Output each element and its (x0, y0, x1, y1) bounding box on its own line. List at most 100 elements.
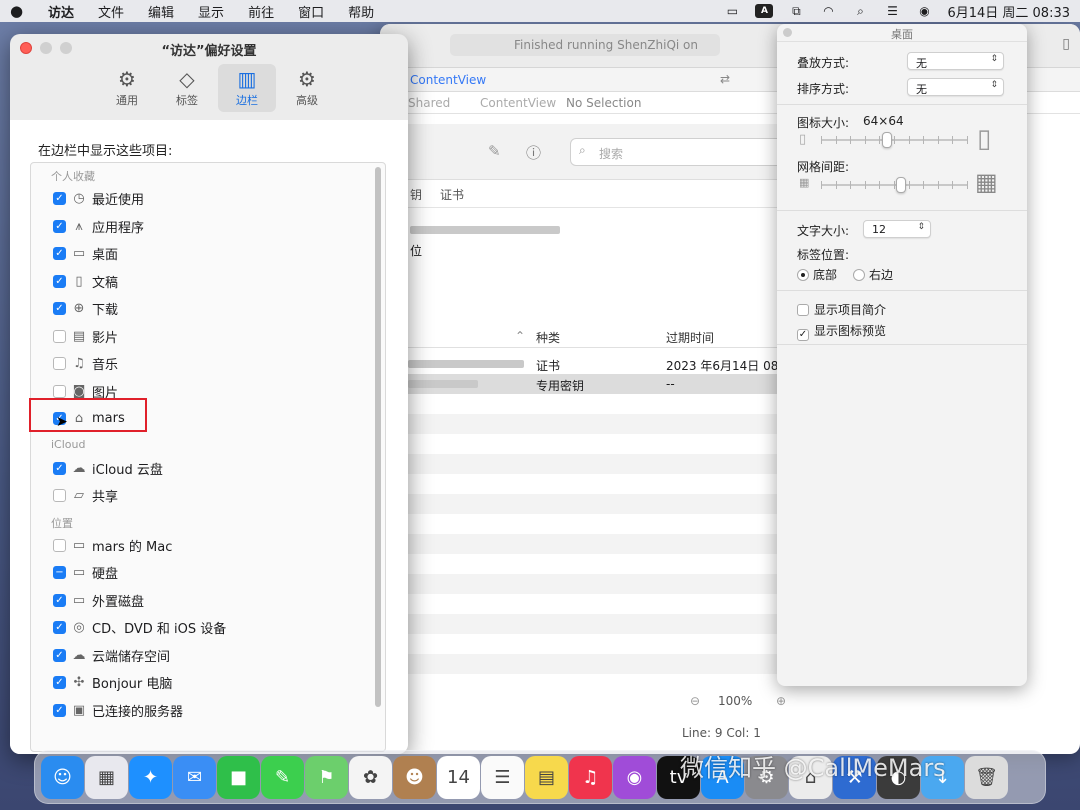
show-preview-checkbox[interactable]: ✓ (797, 329, 809, 341)
sort-chevron-icon[interactable]: ⌃ (515, 329, 525, 343)
radio-bottom[interactable] (797, 269, 809, 281)
menu-clock[interactable]: 6月14日 周二 08:33 (947, 2, 1070, 21)
notes-icon[interactable]: ▤ (525, 755, 568, 799)
compose-icon[interactable]: ✎ (488, 142, 501, 160)
photos-icon[interactable]: ✿ (349, 755, 392, 799)
control-center-icon[interactable]: ☰ (883, 4, 901, 18)
info-icon[interactable]: ⓘ (526, 142, 541, 163)
checkbox[interactable] (53, 329, 66, 343)
list-item[interactable]: ✓ ▣ 已连接的服务器 (31, 697, 385, 725)
list-item[interactable]: ✓ ⌂ mars (31, 405, 385, 433)
maps-icon[interactable]: ⚑ (305, 755, 348, 799)
checkbox[interactable] (53, 357, 66, 371)
trash-icon[interactable]: 🗑 (965, 755, 1008, 799)
table-row[interactable]: 专用密钥 -- (380, 374, 780, 394)
checkbox[interactable]: ✓ (53, 247, 66, 261)
search-field[interactable]: ⌕ 搜索 (570, 138, 790, 166)
category-certs[interactable]: 证书 (440, 186, 464, 203)
label-right-option[interactable]: 右边 (853, 266, 893, 283)
screen-mirroring-icon[interactable]: ⧉ (787, 4, 805, 18)
list-item[interactable]: ✓ ⊕ 下载 (31, 295, 385, 323)
checkbox[interactable]: − (53, 566, 66, 580)
finder-icon[interactable]: ☺ (41, 755, 84, 799)
checkbox[interactable]: ✓ (53, 192, 66, 206)
wifi-icon[interactable]: ◠ (819, 4, 837, 18)
tab-contentview[interactable]: ContentView (410, 73, 486, 87)
list-item[interactable]: ✓ ▭ 桌面 (31, 240, 385, 268)
checkbox[interactable]: ✓ (53, 593, 66, 607)
safari-icon[interactable]: ✦ (129, 755, 172, 799)
sidebar-toggle-icon[interactable]: ▯ (1062, 36, 1070, 52)
zoom-in-icon[interactable]: ⊕ (776, 694, 786, 708)
music-icon[interactable]: ♫ (569, 755, 612, 799)
messages-icon[interactable]: ✎ (261, 755, 304, 799)
checkbox[interactable] (53, 489, 66, 503)
list-item[interactable]: ✓ ⩚ 应用程序 (31, 213, 385, 241)
list-item[interactable]: ✓ ☁ iCloud 云盘 (31, 455, 385, 483)
breadcrumb-shared[interactable]: Shared (408, 96, 450, 110)
calendar-icon[interactable]: 14 (437, 755, 480, 799)
checkbox[interactable]: ✓ (53, 302, 66, 316)
zoom-level[interactable]: 100% (718, 694, 752, 708)
menu-edit[interactable]: 编辑 (136, 2, 186, 21)
label-bottom-option[interactable]: 底部 (797, 266, 837, 283)
category-keys[interactable]: 钥 (410, 186, 422, 203)
breadcrumb-contentview[interactable]: ContentView (480, 96, 556, 110)
show-preview-option[interactable]: ✓ 显示图标预览 (797, 322, 886, 341)
bed-icon[interactable]: ▭ (723, 4, 741, 18)
tab-sidebar[interactable]: ▥ 边栏 (218, 64, 276, 112)
tab-general[interactable]: ⚙ 通用 (98, 64, 156, 112)
contacts-icon[interactable]: ☻ (393, 755, 436, 799)
sidebar-items-list[interactable]: 个人收藏 ✓ ◷ 最近使用 ✓ ⩚ 应用程序 ✓ ▭ 桌面 ✓ ▯ 文稿 ✓ ⊕ 下载 ▤ 影片 ♫ 音乐 ◙ 图片 ✓ ⌂ m… (30, 162, 386, 752)
stack-popup[interactable]: 无 ⇕ (907, 52, 1004, 70)
checkbox[interactable] (53, 384, 66, 398)
radio-right[interactable] (853, 269, 865, 281)
checkbox[interactable]: ✓ (53, 676, 66, 690)
checkbox[interactable]: ✓ (53, 461, 66, 475)
list-item[interactable]: ▤ 影片 (31, 323, 385, 351)
show-info-option[interactable]: 显示项目简介 (797, 301, 886, 318)
column-kind[interactable]: 种类 (536, 329, 560, 346)
menu-window[interactable]: 窗口 (286, 2, 336, 21)
list-item[interactable]: ✓ ◷ 最近使用 (31, 185, 385, 213)
menu-app-name[interactable]: 访达 (36, 2, 86, 21)
menu-file[interactable]: 文件 (86, 2, 136, 21)
menu-help[interactable]: 帮助 (336, 2, 386, 21)
close-button[interactable] (783, 28, 792, 37)
show-info-checkbox[interactable] (797, 304, 809, 316)
checkbox[interactable]: ✓ (53, 703, 66, 717)
facetime-icon[interactable]: ■ (217, 755, 260, 799)
apple-menu-icon[interactable]: ● (10, 2, 36, 20)
list-item[interactable]: ✓ ◎ CD、DVD 和 iOS 设备 (31, 614, 385, 642)
checkbox[interactable] (53, 538, 66, 552)
column-expires[interactable]: 过期时间 (666, 329, 714, 346)
sort-popup[interactable]: 无 ⇕ (907, 78, 1004, 96)
siri-icon[interactable]: ◉ (915, 4, 933, 18)
grid-spacing-slider[interactable] (821, 177, 968, 193)
podcasts-icon[interactable]: ◉ (613, 755, 656, 799)
list-item[interactable]: ▱ 共享 (31, 482, 385, 510)
scrollbar[interactable] (375, 167, 381, 707)
input-method-icon[interactable]: A (755, 4, 774, 18)
list-item[interactable]: ✓ ☁ 云端储存空间 (31, 642, 385, 670)
table-row[interactable]: 证书 2023 年6月14日 08: (380, 354, 782, 374)
checkbox[interactable]: ✓ (53, 219, 66, 233)
tab-advanced[interactable]: ⚙ 高级 (278, 64, 336, 112)
tab-tags[interactable]: ◇ 标签 (158, 64, 216, 112)
launchpad-icon[interactable]: ▦ (85, 755, 128, 799)
list-item[interactable]: ✓ ▯ 文稿 (31, 268, 385, 296)
list-item[interactable]: ▭ mars 的 Mac (31, 532, 385, 560)
text-size-popup[interactable]: 12 ⇕ (863, 220, 931, 238)
slider-knob[interactable] (881, 132, 892, 148)
slider-knob[interactable] (896, 177, 907, 193)
zoom-out-icon[interactable]: ⊖ (690, 694, 700, 708)
swap-icon[interactable]: ⇄ (720, 72, 730, 86)
list-item[interactable]: − ▭ 硬盘 (31, 559, 385, 587)
spotlight-icon[interactable]: ⌕ (851, 4, 869, 18)
reminders-icon[interactable]: ☰ (481, 755, 524, 799)
list-item[interactable]: ◙ 图片 (31, 378, 385, 406)
menu-go[interactable]: 前往 (236, 2, 286, 21)
checkbox[interactable]: ✓ (53, 648, 66, 662)
checkbox[interactable]: ✓ (53, 274, 66, 288)
list-item[interactable]: ✓ ✣ Bonjour 电脑 (31, 669, 385, 697)
